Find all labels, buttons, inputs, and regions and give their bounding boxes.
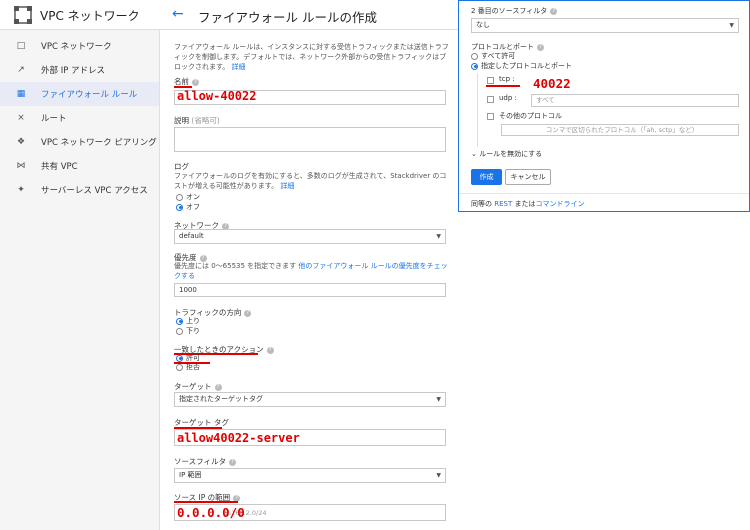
sidebar-item-label: 外部 IP アドレス bbox=[41, 66, 106, 76]
network-select[interactable]: default ▼ bbox=[174, 229, 446, 244]
sidebar-item-label: サーバーレス VPC アクセス bbox=[41, 186, 148, 196]
cancel-button[interactable]: キャンセル bbox=[505, 169, 551, 185]
source-ip-underline bbox=[174, 501, 238, 503]
rest-link[interactable]: REST bbox=[494, 200, 512, 208]
sidebar-item-label: 共有 VPC bbox=[41, 162, 78, 172]
direction-ingress-radio[interactable]: 上り bbox=[176, 316, 200, 326]
tcp-port-annotation: 40022 bbox=[533, 76, 571, 91]
chevron-down-icon: ▼ bbox=[436, 396, 441, 403]
log-off-radio[interactable]: オフ bbox=[176, 202, 200, 212]
peering-icon: ❖ bbox=[16, 137, 26, 147]
chevron-down-icon: ▼ bbox=[436, 472, 441, 479]
specified-protocols-radio[interactable]: 指定したプロトコルとポート bbox=[471, 61, 572, 71]
indent-rule bbox=[477, 73, 478, 147]
priority-input[interactable]: 1000 bbox=[174, 283, 446, 297]
vpc-network-icon: □ bbox=[16, 41, 26, 51]
help-icon[interactable]: ? bbox=[244, 309, 252, 317]
allow-all-radio[interactable]: すべて許可 bbox=[471, 51, 515, 61]
other-protocols-checkbox[interactable] bbox=[487, 113, 494, 120]
chevron-down-icon: ▼ bbox=[436, 233, 441, 240]
sidebar-item-label: ファイアウォール ルール bbox=[41, 90, 138, 100]
sidebar-item-label: VPC ネットワーク bbox=[41, 42, 112, 52]
source-filter-select[interactable]: IP 範囲 ▼ bbox=[174, 468, 446, 483]
firewall-form: ファイアウォール ルールは、インスタンスに対する受信トラフィックまたは送信トラフ… bbox=[160, 30, 458, 530]
chevron-down-icon: ▼ bbox=[729, 22, 734, 29]
tcp-checkbox[interactable] bbox=[487, 77, 494, 84]
target-tag-annotation: allow40022-server bbox=[177, 431, 300, 445]
second-filter-select[interactable]: なし ▼ bbox=[471, 18, 739, 33]
sidebar-item-external-ip[interactable]: ↗ 外部 IP アドレス bbox=[0, 58, 159, 82]
help-icon[interactable]: ? bbox=[537, 43, 544, 51]
second-filter-label: 2 番目のソースフィルタ? bbox=[471, 6, 558, 16]
help-icon[interactable]: ? bbox=[228, 458, 236, 466]
udp-label: udp : bbox=[499, 94, 517, 102]
command-line-link[interactable]: コマンドライン bbox=[535, 200, 584, 208]
sidebar-item-peering[interactable]: ❖ VPC ネットワーク ピアリング bbox=[0, 130, 159, 154]
serverless-icon: ✦ bbox=[17, 185, 25, 195]
priority-description: 優先度には 0〜65535 を指定できます 他のファイアウォール ルールの優先度… bbox=[174, 262, 448, 280]
equivalent-text: 同等の REST またはコマンドライン bbox=[471, 200, 585, 208]
sidebar-item-label: VPC ネットワーク ピアリング bbox=[41, 138, 157, 148]
help-icon[interactable]: ? bbox=[214, 383, 222, 391]
udp-checkbox[interactable] bbox=[487, 96, 494, 103]
sidebar-item-shared-vpc[interactable]: ⋈ 共有 VPC bbox=[0, 154, 159, 178]
source-filter-label: ソースフィルタ? bbox=[174, 456, 236, 467]
name-underline bbox=[174, 86, 192, 88]
log-learn-more-link[interactable]: 詳細 bbox=[280, 182, 294, 190]
udp-ports-input[interactable]: すべて bbox=[531, 94, 739, 107]
direction-egress-radio[interactable]: 下り bbox=[176, 326, 200, 336]
protocol-panel: 2 番目のソースフィルタ? なし ▼ プロトコルとポート? すべて許可 指定したプ… bbox=[458, 0, 750, 212]
sidebar-item-serverless[interactable]: ✦ サーバーレス VPC アクセス bbox=[0, 178, 159, 202]
learn-more-link[interactable]: 詳細 bbox=[232, 63, 246, 71]
form-description: ファイアウォール ルールは、インスタンスに対する受信トラフィックまたは送信トラフ… bbox=[174, 43, 449, 71]
log-description: ファイアウォールのログを有効にすると、多数のログが生成されて、Stackdriv… bbox=[174, 172, 447, 190]
external-ip-icon: ↗ bbox=[17, 65, 25, 75]
other-protocols-input[interactable]: コンマで区切られたプロトコル（「ah, sctp」など） bbox=[501, 124, 739, 136]
help-icon[interactable]: ? bbox=[266, 346, 274, 354]
route-icon: ⨯ bbox=[17, 113, 25, 123]
sidebar-item-label: ルート bbox=[41, 114, 67, 124]
divider bbox=[459, 193, 749, 194]
sidebar: □ VPC ネットワーク ↗ 外部 IP アドレス ▦ ファイアウォール ルール… bbox=[0, 30, 160, 530]
description-label: 説明 (省略可) bbox=[174, 116, 220, 125]
firewall-icon: ▦ bbox=[16, 89, 26, 99]
help-icon[interactable]: ? bbox=[192, 78, 199, 86]
target-label: ターゲット? bbox=[174, 381, 222, 392]
sidebar-item-firewall[interactable]: ▦ ファイアウォール ルール bbox=[0, 82, 159, 106]
sidebar-item-routes[interactable]: ⨯ ルート bbox=[0, 106, 159, 130]
create-button[interactable]: 作成 bbox=[471, 169, 502, 185]
app-title: VPC ネットワーク bbox=[40, 9, 140, 23]
tcp-label: tcp : bbox=[499, 75, 515, 83]
disable-rule-link[interactable]: ⌄ ルールを無効にする bbox=[471, 149, 542, 159]
vpc-logo-icon bbox=[14, 6, 32, 24]
top-bar: VPC ネットワーク ← ファイアウォール ルールの作成 bbox=[0, 0, 458, 30]
tcp-underline bbox=[486, 85, 520, 87]
target-select[interactable]: 指定されたターゲットタグ ▼ bbox=[174, 392, 446, 407]
description-textarea[interactable] bbox=[174, 127, 446, 152]
log-on-radio[interactable]: オン bbox=[176, 192, 200, 202]
page-title: ファイアウォール ルールの作成 bbox=[198, 10, 377, 25]
other-protocols-label: その他のプロトコル bbox=[499, 112, 562, 120]
action-deny-radio[interactable]: 拒否 bbox=[176, 362, 200, 372]
help-icon[interactable]: ? bbox=[550, 7, 558, 15]
arrow-left-icon[interactable]: ← bbox=[172, 6, 184, 22]
sidebar-item-vpc-network[interactable]: □ VPC ネットワーク bbox=[0, 34, 159, 58]
shared-vpc-icon: ⋈ bbox=[16, 161, 26, 171]
chevron-down-icon: ⌄ bbox=[471, 150, 480, 158]
name-annotation: allow-40022 bbox=[177, 89, 257, 103]
source-ip-annotation: 0.0.0.0/0 bbox=[177, 505, 245, 520]
